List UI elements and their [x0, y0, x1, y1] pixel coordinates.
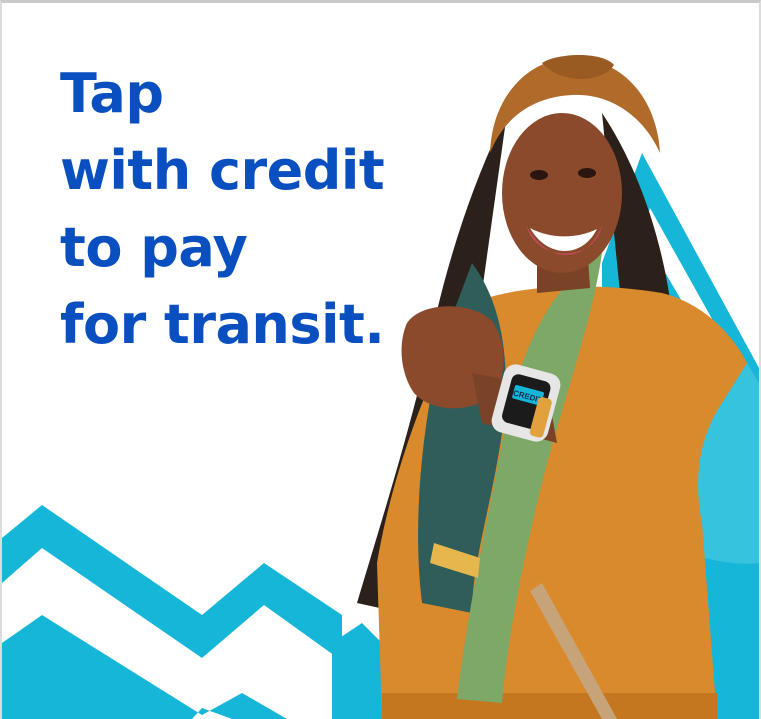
headline-line-2: with credit [60, 139, 385, 202]
headline-line-3: to pay [60, 216, 248, 279]
headline-line-4: for transit. [60, 293, 385, 356]
vest-ribbing [382, 693, 717, 719]
right-eye [578, 168, 596, 178]
headline-line-1: Tap [60, 62, 164, 125]
left-eye [530, 170, 548, 180]
zigzag-chevron-stripe [2, 615, 287, 719]
ad-headline: Tap with credit to pay for transit. [60, 55, 385, 363]
transit-ad-banner: CREDIT Tap with credit to pay for transi… [0, 0, 761, 719]
